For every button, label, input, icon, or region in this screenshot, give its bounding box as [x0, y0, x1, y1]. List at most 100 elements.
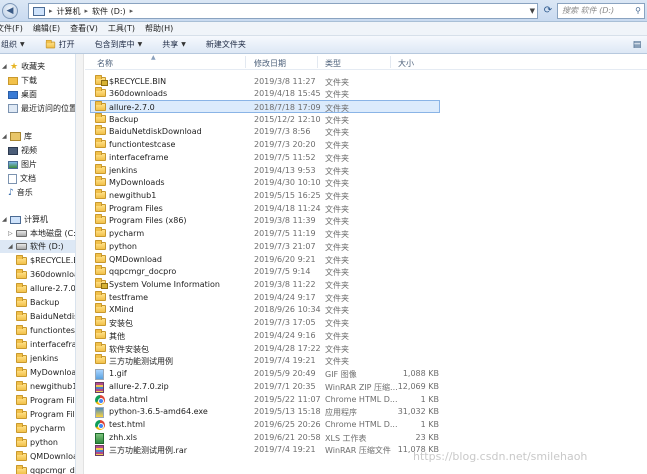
file-modified-date: 2019/7/5 11:19	[254, 229, 316, 239]
file-row[interactable]: allure-2.7.0.zip 2019/7/1 20:35 WinRAR ZIP…	[91, 380, 439, 393]
nav-music[interactable]: ♪ 音乐	[8, 186, 33, 199]
file-size: 31,032 KB	[397, 407, 439, 417]
file-row[interactable]: $RECYCLE.BIN 2019/3/8 11:27 文件夹	[91, 74, 437, 88]
file-row[interactable]: data.html 2019/5/22 11:07 Chrome HTML D...…	[91, 393, 439, 406]
nav-favorites[interactable]: ◢ ★ 收藏夹	[2, 60, 45, 73]
breadcrumb-drive-d[interactable]: 软件 (D:)	[92, 6, 126, 17]
chevron-down-icon[interactable]: ▼	[530, 7, 535, 15]
file-row[interactable]: 1.gif 2019/5/9 20:49 GIF 图像 1,088 KB	[91, 367, 439, 381]
file-name: Backup	[109, 114, 139, 124]
nav-folder[interactable]: qqpcmgr_doc	[16, 464, 75, 474]
nav-local-disk-c[interactable]: ▷ 本地磁盘 (C:)	[8, 227, 75, 240]
file-row[interactable]: qqpcmgr_docpro 2019/7/5 9:14 文件夹	[91, 265, 437, 278]
folder-icon	[16, 268, 27, 279]
column-divider[interactable]	[317, 56, 318, 68]
nav-folder[interactable]: jenkins	[16, 352, 58, 365]
search-input[interactable]: 搜索 软件 (D:) ⚲	[557, 3, 645, 19]
chevron-down-icon: ▼	[20, 41, 25, 48]
file-row[interactable]: python-3.6.5-amd64.exe 2019/5/13 15:18 应用程…	[91, 405, 439, 419]
nav-libraries[interactable]: ◢ 库	[2, 130, 32, 143]
nav-folder[interactable]: Backup	[16, 296, 59, 309]
nav-downloads[interactable]: 下载	[8, 74, 37, 87]
nav-folder[interactable]: $RECYCLE.BIN	[16, 254, 75, 267]
nav-documents[interactable]: 文档	[8, 172, 36, 185]
file-row[interactable]: Backup 2015/12/2 12:10 文件夹	[91, 112, 437, 126]
column-divider[interactable]	[245, 56, 246, 68]
menu-edit[interactable]: 编辑(E)	[33, 23, 66, 34]
nav-folder[interactable]: 360download	[16, 268, 75, 281]
nav-folder[interactable]: functiontestca	[16, 324, 75, 337]
view-options-icon[interactable]: ▤	[631, 39, 643, 51]
file-row[interactable]: Program Files 2019/4/18 11:24 文件夹	[91, 201, 437, 215]
file-row[interactable]: 安装包 2019/7/3 17:05 文件夹	[91, 316, 437, 329]
file-name: Program Files	[109, 203, 163, 213]
nav-folder[interactable]: allure-2.7.0	[16, 282, 75, 295]
collapse-icon[interactable]: ◢	[8, 243, 15, 250]
nav-folder[interactable]: interfacefram	[16, 338, 75, 351]
share-button[interactable]: 共享 ▼	[162, 39, 186, 50]
nav-pictures[interactable]: 图片	[8, 158, 37, 171]
column-divider[interactable]	[390, 56, 391, 68]
organize-button[interactable]: 组织 ▼	[1, 39, 25, 50]
menu-tools[interactable]: 工具(T)	[108, 23, 141, 34]
collapse-icon[interactable]: ◢	[2, 216, 9, 223]
nav-videos[interactable]: 视频	[8, 144, 37, 157]
nav-recent[interactable]: 最近访问的位置	[8, 102, 75, 115]
file-row[interactable]: test.html 2019/6/25 20:26 Chrome HTML D...…	[91, 418, 439, 431]
nav-folder[interactable]: QMDownload	[16, 450, 75, 463]
file-row[interactable]: jenkins 2019/4/13 9:53 文件夹	[91, 163, 437, 177]
column-type[interactable]: 类型	[325, 58, 341, 69]
file-row[interactable]: Program Files (x86) 2019/3/8 11:39 文件夹	[91, 214, 437, 227]
file-row[interactable]: allure-2.7.0 2018/7/18 17:09 文件夹	[90, 99, 440, 113]
new-folder-button[interactable]: 新建文件夹	[206, 39, 246, 50]
nav-folder[interactable]: pycharm	[16, 422, 65, 435]
file-row[interactable]: pycharm 2019/7/5 11:19 文件夹	[91, 227, 437, 240]
nav-desktop[interactable]: 桌面	[8, 88, 37, 101]
zip-archive-icon	[95, 381, 104, 393]
column-size[interactable]: 大小	[398, 58, 414, 69]
nav-software-disk-d[interactable]: ◢ 软件 (D:)	[0, 240, 75, 253]
file-row[interactable]: QMDownload 2019/6/20 9:21 文件夹	[91, 252, 437, 266]
nav-pane-scrollbar[interactable]	[76, 54, 84, 474]
menu-view[interactable]: 查看(V)	[70, 23, 104, 34]
breadcrumb-computer[interactable]: 计算机	[57, 6, 81, 17]
file-row[interactable]: XMind 2018/9/26 10:34 文件夹	[91, 303, 437, 316]
file-row[interactable]: 360downloads 2019/4/18 15:45 文件夹	[91, 87, 437, 100]
file-row[interactable]: interfaceframe 2019/7/5 11:52 文件夹	[91, 150, 437, 164]
column-name[interactable]: 名称	[97, 58, 113, 69]
nav-folder[interactable]: newgithub1	[16, 380, 75, 393]
menu-help[interactable]: 帮助(H)	[145, 23, 179, 34]
nav-folder[interactable]: Program Files	[16, 394, 75, 407]
nav-folder-label: 360download	[30, 270, 75, 279]
file-row[interactable]: 三方功能测试用例 2019/7/4 19:21 文件夹	[91, 354, 437, 367]
nav-computer[interactable]: ◢ 计算机	[2, 213, 48, 226]
nav-folder[interactable]: MyDownloads	[16, 366, 75, 379]
back-button[interactable]: ◀	[2, 3, 18, 19]
nav-folder[interactable]: python	[16, 436, 58, 449]
file-row[interactable]: BaiduNetdiskDownload 2019/7/3 8:56 文件夹	[91, 125, 437, 138]
file-row[interactable]: 其他 2019/4/24 9:16 文件夹	[91, 328, 437, 342]
address-input[interactable]: ▸ 计算机 ▸ 软件 (D:) ▸ ▼	[28, 3, 538, 19]
menu-file[interactable]: 文件(F)	[0, 23, 29, 34]
include-library-button[interactable]: 包含到库中 ▼	[95, 39, 143, 50]
file-name: 三方功能测试用例.rar	[109, 446, 188, 456]
file-row[interactable]: System Volume Information 2019/3/8 11:22 文…	[91, 278, 437, 291]
file-row[interactable]: zhh.xls 2019/6/21 20:58 XLS 工作表 23 KB	[91, 431, 439, 444]
file-row[interactable]: 软件安装包 2019/4/28 17:22 文件夹	[91, 341, 437, 355]
refresh-button[interactable]: ⟳	[541, 3, 555, 19]
open-button[interactable]: 打开	[45, 39, 75, 50]
column-modified[interactable]: 修改日期	[254, 58, 286, 69]
nav-folder[interactable]: BaiduNetdisk	[16, 310, 75, 323]
collapse-icon[interactable]: ◢	[2, 133, 9, 140]
file-name: interfaceframe	[109, 152, 169, 162]
file-row[interactable]: python 2019/7/3 21:07 文件夹	[91, 239, 437, 253]
expand-icon[interactable]: ▷	[8, 230, 15, 237]
file-row[interactable]: functiontestcase 2019/7/3 20:20 文件夹	[91, 138, 437, 151]
file-row[interactable]: newgithub1 2019/5/15 16:25 文件夹	[91, 188, 437, 202]
collapse-icon[interactable]: ◢	[2, 63, 9, 70]
file-row[interactable]: 三方功能测试用例.rar 2019/7/4 19:21 WinRAR 压缩文件 11,…	[91, 443, 439, 457]
nav-folder[interactable]: Program Files	[16, 408, 75, 421]
search-icon[interactable]: ⚲	[635, 4, 641, 18]
file-row[interactable]: MyDownloads 2019/4/30 10:10 文件夹	[91, 176, 437, 189]
file-row[interactable]: testframe 2019/4/24 9:17 文件夹	[91, 290, 437, 304]
